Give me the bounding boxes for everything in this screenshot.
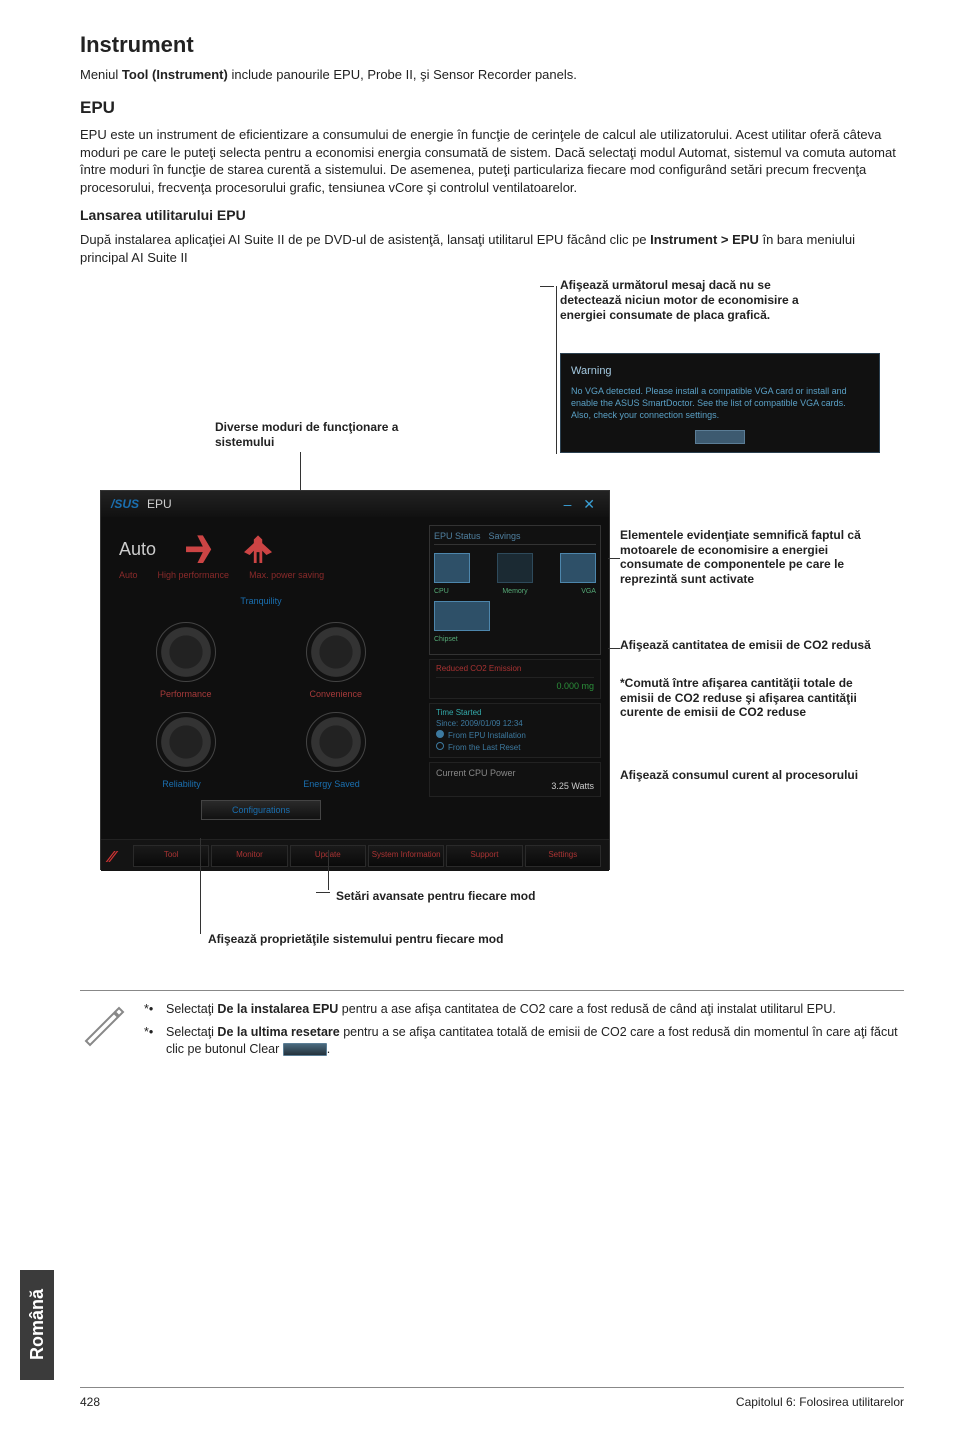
callout-toggle: *Comută între afişarea cantităţii totale… — [620, 676, 880, 719]
engine-label-vga: VGA — [581, 587, 596, 596]
dial-convenience[interactable] — [306, 622, 366, 682]
status-tab-savings[interactable]: Savings — [489, 530, 521, 542]
intro-post: include panourile EPU, Probe II, şi Sens… — [228, 67, 577, 82]
intro-line: Meniul Tool (Instrument) include panouri… — [80, 66, 904, 84]
callout-line — [316, 892, 330, 893]
footer-monitor[interactable]: Monitor — [211, 845, 287, 867]
co2-value: 0.000 mg — [436, 678, 594, 694]
plane-icon[interactable] — [186, 535, 214, 563]
callout-line — [556, 286, 557, 454]
callout-co2: Afişează cantitatea de emisii de CO2 red… — [620, 638, 880, 652]
language-label: Română — [25, 1289, 49, 1360]
chapter-label: Capitolul 6: Folosirea utilitarelor — [736, 1394, 904, 1410]
callout-props: Afişează proprietăţile sistemului pentru… — [208, 931, 503, 947]
callout-settings: Setări avansate pentru fiecare mod — [336, 888, 535, 904]
co2-panel: Reduced CO2 Emission 0.000 mg — [429, 659, 601, 699]
epu-paragraph: EPU este un instrument de eficientizare … — [80, 126, 904, 196]
window-controls[interactable]: – ✕ — [564, 495, 599, 514]
launch-heading: Lansarea utilitarului EPU — [80, 206, 904, 225]
app-title: EPU — [147, 496, 172, 512]
cpu-power-value: 3.25 Watts — [436, 780, 594, 792]
launch-paragraph: După instalarea aplicaţiei AI Suite II d… — [80, 231, 904, 266]
epu-app-window: /SUS EPU – ✕ Auto Auto High performance … — [100, 490, 610, 870]
page-footer: 428 Capitolul 6: Folosirea utilitarelor — [80, 1387, 904, 1410]
label-reliability: Reliability — [162, 778, 201, 790]
footer-logo-icon: ⁄⁄ — [109, 847, 131, 865]
status-panel: EPU Status Savings CPU Memory VGA — [429, 525, 601, 655]
callout-power: Afişează consumul curent al procesorului — [620, 768, 880, 782]
cpu-power-panel: Current CPU Power 3.25 Watts — [429, 762, 601, 796]
status-tab-epu[interactable]: EPU Status — [434, 530, 481, 542]
engine-label-memory: Memory — [502, 587, 527, 596]
footer-sysinfo[interactable]: System Information — [368, 845, 444, 867]
cpu-power-head: Current CPU Power — [436, 767, 594, 779]
mode-max-power-saving[interactable]: Max. power saving — [249, 569, 324, 581]
dial-performance[interactable] — [156, 622, 216, 682]
label-performance: Performance — [160, 688, 212, 700]
warning-body2: Also, check your connection settings. — [571, 410, 719, 420]
titlebar: /SUS EPU – ✕ — [101, 491, 609, 517]
mode-high-performance[interactable]: High performance — [158, 569, 230, 581]
co2-heading: Reduced CO2 Emission — [436, 664, 594, 678]
engine-label-chipset: Chipset — [434, 635, 458, 644]
engine-vga[interactable] — [560, 553, 596, 583]
engine-memory[interactable] — [497, 553, 533, 583]
callout-warning: Afişează următorul mesaj dacă nu se dete… — [560, 278, 830, 323]
app-footer: ⁄⁄ Tool Monitor Update System Informatio… — [101, 839, 609, 871]
right-pane: EPU Status Savings CPU Memory VGA — [421, 517, 609, 839]
footer-tool[interactable]: Tool — [133, 845, 209, 867]
launch-bold: Instrument > EPU — [650, 232, 759, 247]
callout-line — [540, 286, 554, 287]
callout-line — [300, 452, 301, 492]
language-side-tab: Română — [20, 1270, 54, 1380]
tranquility-label: Tranquility — [111, 595, 411, 607]
label-convenience: Convenience — [309, 688, 362, 700]
clear-button-image — [283, 1043, 327, 1056]
callout-line — [608, 648, 620, 649]
engine-label-cpu: CPU — [434, 587, 449, 596]
note-2: Selectaţi De la ultima resetare pentru a… — [144, 1024, 904, 1058]
engine-cpu[interactable] — [434, 553, 470, 583]
dial-reliability[interactable] — [156, 712, 216, 772]
mode-auto[interactable]: Auto — [119, 569, 138, 581]
person-icon[interactable] — [244, 535, 272, 563]
heading-instrument: Instrument — [80, 30, 904, 60]
callout-line — [608, 558, 620, 559]
time-started-head: Time Started — [436, 708, 594, 719]
note-icon — [80, 1001, 126, 1047]
callout-line — [328, 850, 329, 890]
configurations-button[interactable]: Configurations — [201, 800, 321, 820]
warning-title: Warning — [571, 364, 869, 379]
time-started-date: Since: 2009/01/09 12:34 — [436, 719, 594, 730]
callout-line — [200, 838, 201, 934]
page-number: 428 — [80, 1394, 100, 1410]
warning-dialog: Warning No VGA detected. Please install … — [560, 353, 880, 453]
radio-from-install[interactable]: From EPU Installation — [436, 730, 594, 742]
warning-body: No VGA detected. Please install a compat… — [571, 386, 847, 408]
auto-label: Auto — [119, 537, 156, 561]
intro-pre: Meniul — [80, 67, 122, 82]
divider — [80, 990, 904, 991]
callout-modes: Diverse moduri de funcţionare a sistemul… — [215, 420, 435, 449]
brand-logo: /SUS — [111, 496, 139, 512]
footer-settings[interactable]: Settings — [525, 845, 601, 867]
note-1: Selectaţi De la instalarea EPU pentru a … — [144, 1001, 904, 1018]
label-energy: Energy Saved — [303, 778, 360, 790]
launch-p1: După instalarea aplicaţiei AI Suite II d… — [80, 232, 650, 247]
callout-elements: Elementele evidenţiate semnifică faptul … — [620, 528, 870, 586]
notes-section: Selectaţi De la instalarea EPU pentru a … — [80, 1001, 904, 1064]
engine-chipset[interactable] — [434, 601, 490, 631]
annotated-diagram: Afişează următorul mesaj dacă nu se dete… — [80, 278, 904, 978]
time-started-panel: Time Started Since: 2009/01/09 12:34 Fro… — [429, 703, 601, 758]
dial-energy[interactable] — [306, 712, 366, 772]
warning-ok-button[interactable] — [695, 430, 745, 444]
footer-support[interactable]: Support — [446, 845, 522, 867]
radio-from-reset[interactable]: From the Last Reset — [436, 742, 594, 754]
intro-bold: Tool (Instrument) — [122, 67, 228, 82]
left-pane: Auto Auto High performance Max. power sa… — [101, 517, 421, 839]
heading-epu: EPU — [80, 97, 904, 120]
